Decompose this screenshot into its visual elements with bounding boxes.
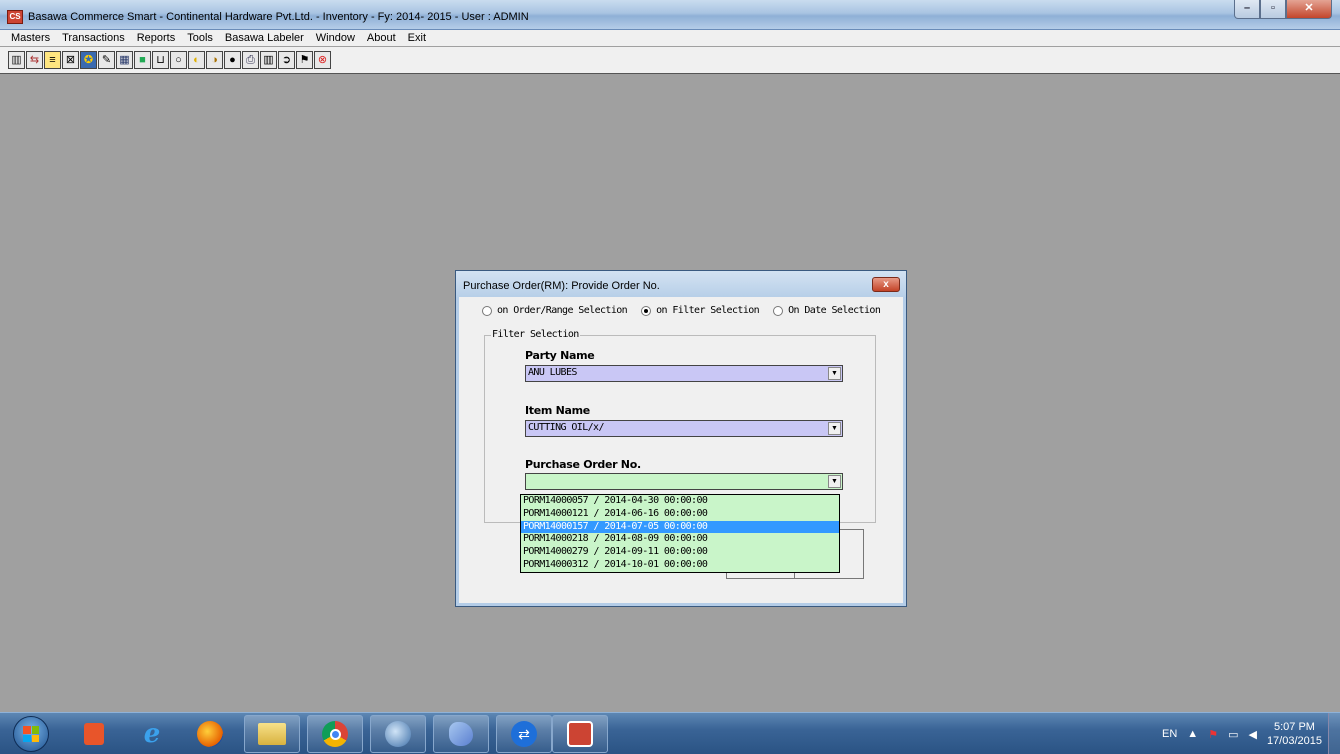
menu-reports[interactable]: Reports [131, 30, 182, 46]
radio-label: on Order/Range Selection [497, 305, 628, 316]
circle-half-dark-icon[interactable]: ◑ [206, 51, 223, 69]
folder-icon[interactable] [244, 715, 300, 753]
barcode-icon[interactable]: ▥ [260, 51, 277, 69]
menu-exit[interactable]: Exit [402, 30, 432, 46]
clock-date: 17/03/2015 [1266, 735, 1322, 747]
teamviewer-icon[interactable]: ⇄ [496, 715, 552, 753]
circle-half-icon[interactable]: ◐ [188, 51, 205, 69]
pencil-icon[interactable]: ✎ [98, 51, 115, 69]
taskbar: e ⇄ EN ▲ ⚑ ▭ ◀ 5:07 PM 17/03/2015 [0, 712, 1340, 754]
flag-icon[interactable]: ⚑ [296, 51, 313, 69]
basawa-icon[interactable] [552, 715, 608, 753]
po-number-combo[interactable]: ▼ [525, 473, 843, 490]
windows-icon [23, 726, 39, 742]
start-button[interactable] [13, 716, 49, 752]
selection-mode-radios: on Order/Range Selection on Filter Selec… [482, 305, 881, 316]
radio-label: On Date Selection [788, 305, 881, 316]
network-icon[interactable]: ▭ [1228, 728, 1238, 741]
minimize-button[interactable]: – [1234, 0, 1260, 19]
chrome-icon[interactable] [307, 715, 363, 753]
action-center-icon[interactable]: ⚑ [1208, 728, 1218, 741]
radio-indicator [641, 305, 652, 316]
item-name-combo[interactable]: CUTTING OIL/x/ ▼ [525, 420, 843, 437]
item-name-label: Item Name [525, 404, 590, 417]
dialog-title: Purchase Order(RM): Provide Order No. [463, 280, 660, 292]
chevron-down-icon[interactable]: ▼ [828, 422, 841, 435]
radio-order-range[interactable]: on Order/Range Selection [482, 305, 628, 316]
system-tray: EN ▲ ⚑ ▭ ◀ 5:07 PM 17/03/2015 [1162, 713, 1340, 754]
maximize-button[interactable]: ▫ [1260, 0, 1286, 19]
show-desktop-button[interactable] [1328, 713, 1340, 754]
window-controls: – ▫ ✕ [1234, 0, 1332, 19]
exchange-icon[interactable]: ⇆ [26, 51, 43, 69]
menu-masters[interactable]: Masters [5, 30, 56, 46]
menu-about[interactable]: About [361, 30, 402, 46]
dialog-close-button[interactable]: x [872, 277, 900, 292]
party-name-combo[interactable]: ANU LUBES ▼ [525, 365, 843, 382]
party-name-value: ANU LUBES [528, 367, 577, 378]
menu-window[interactable]: Window [310, 30, 361, 46]
list-item[interactable]: PORM14000312 / 2014-10-01 00:00:00 [521, 559, 839, 572]
window-titlebar: CS Basawa Commerce Smart - Continental H… [0, 0, 1340, 30]
list-icon[interactable]: ≡ [44, 51, 61, 69]
dialog-titlebar: Purchase Order(RM): Provide Order No. x [456, 271, 906, 297]
radio-indicator [773, 305, 784, 316]
clock-time: 5:07 PM [1273, 721, 1315, 733]
list-item[interactable]: PORM14000057 / 2014-04-30 00:00:00 [521, 495, 839, 508]
cross-icon[interactable]: ⊠ [62, 51, 79, 69]
bracket-icon[interactable]: ⊔ [152, 51, 169, 69]
chart-icon[interactable]: ▥ [8, 51, 25, 69]
thunderbird-icon[interactable] [370, 715, 426, 753]
radio-label: on Filter Selection [656, 305, 760, 316]
window-title: Basawa Commerce Smart - Continental Hard… [28, 11, 529, 23]
po-number-label: Purchase Order No. [525, 458, 641, 471]
list-item[interactable]: PORM14000218 / 2014-08-09 00:00:00 [521, 533, 839, 546]
menu-bar: Masters Transactions Reports Tools Basaw… [0, 30, 1340, 46]
chevron-up-icon[interactable]: ▲ [1187, 728, 1198, 740]
app-icon: CS [7, 10, 23, 24]
list-item-selected[interactable]: PORM14000157 / 2014-07-05 00:00:00 [521, 520, 839, 534]
menu-basawa-labeler[interactable]: Basawa Labeler [219, 30, 310, 46]
volume-icon[interactable]: ◀ [1248, 728, 1256, 741]
menu-tools[interactable]: Tools [181, 30, 219, 46]
toolbar: ▥ ⇆ ≡ ⊠ ✪ ✎ ▦ ■ ⊔ ○ ◐ ◑ ● ⎙ ▥ ➲ ⚑ ⊗ [0, 47, 1340, 74]
po-number-dropdown-list: PORM14000057 / 2014-04-30 00:00:00 PORM1… [520, 494, 840, 573]
circle-full-icon[interactable]: ● [224, 51, 241, 69]
item-name-value: CUTTING OIL/x/ [528, 422, 604, 433]
arrow-circle-icon[interactable]: ➲ [278, 51, 295, 69]
radio-date-selection[interactable]: On Date Selection [773, 305, 881, 316]
language-indicator[interactable]: EN [1162, 728, 1177, 740]
chevron-down-icon[interactable]: ▼ [828, 367, 841, 380]
list-item[interactable]: PORM14000279 / 2014-09-11 00:00:00 [521, 546, 839, 559]
book-icon[interactable]: ■ [134, 51, 151, 69]
dolphin-icon[interactable] [433, 715, 489, 753]
radio-indicator [482, 305, 492, 316]
circle-empty-icon[interactable]: ○ [170, 51, 187, 69]
close-button[interactable]: ✕ [1286, 0, 1332, 19]
exit-icon[interactable]: ⊗ [314, 51, 331, 69]
clock[interactable]: 5:07 PM 17/03/2015 [1267, 720, 1322, 748]
menu-transactions[interactable]: Transactions [56, 30, 131, 46]
grid-icon[interactable]: ▦ [116, 51, 133, 69]
printer-icon[interactable]: ⎙ [242, 51, 259, 69]
group-title: Filter Selection [491, 329, 580, 340]
list-item[interactable]: PORM14000121 / 2014-06-16 00:00:00 [521, 508, 839, 521]
radio-filter-selection[interactable]: on Filter Selection [641, 305, 760, 316]
party-name-label: Party Name [525, 349, 595, 362]
gear-icon[interactable]: ✪ [80, 51, 97, 69]
office-icon[interactable] [66, 715, 122, 753]
ie-icon[interactable]: e [124, 715, 180, 753]
firefox-icon[interactable] [182, 715, 238, 753]
chevron-down-icon[interactable]: ▼ [828, 475, 841, 488]
